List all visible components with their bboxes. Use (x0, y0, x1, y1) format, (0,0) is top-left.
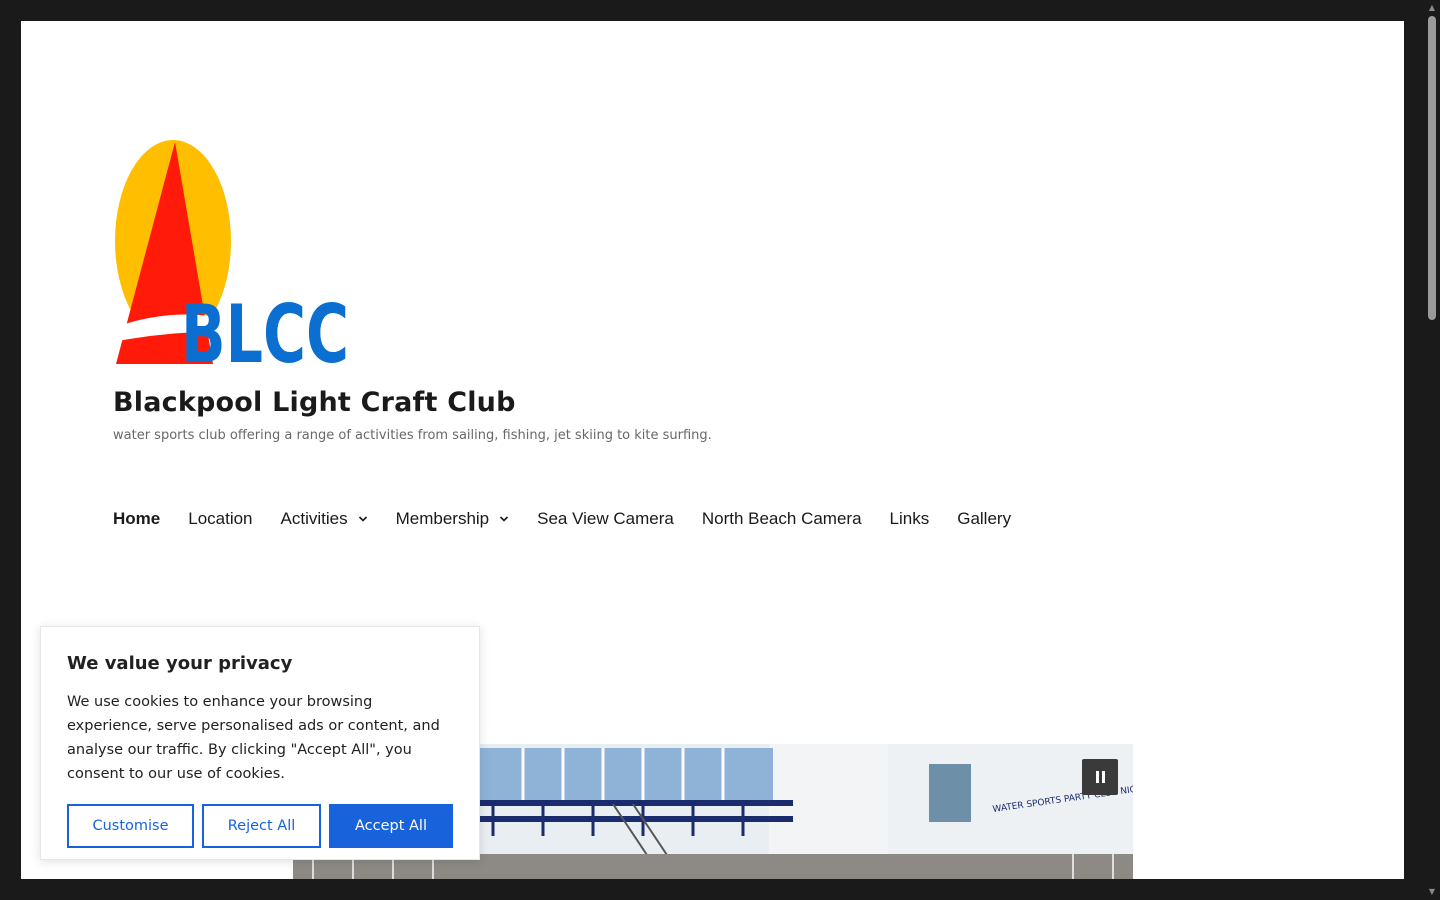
nav-item-north-beach-camera[interactable]: North Beach Camera (702, 509, 862, 529)
nav-item-links[interactable]: Links (890, 509, 930, 529)
scrollbar-thumb[interactable] (1428, 16, 1436, 320)
cookie-title: We value your privacy (67, 653, 293, 674)
nav-label: Home (113, 509, 161, 528)
nav-item-home[interactable]: Home (113, 509, 160, 529)
accept-all-button[interactable]: Accept All (329, 804, 453, 848)
pause-icon (1101, 771, 1105, 783)
customise-button[interactable]: Customise (67, 804, 194, 848)
nav-label: Activities (280, 509, 348, 528)
pause-icon (1095, 771, 1099, 783)
chevron-down-icon[interactable] (499, 514, 509, 524)
nav-label: North Beach Camera (701, 509, 862, 528)
nav-label: Membership (395, 509, 490, 528)
cookie-actions: Customise Reject All Accept All (67, 804, 453, 848)
logo-text: BLCC (181, 288, 349, 368)
nav-item-location[interactable]: Location (188, 509, 252, 529)
nav-label: Links (889, 509, 930, 528)
reject-all-button[interactable]: Reject All (202, 804, 321, 848)
site-title[interactable]: Blackpool Light Craft Club (113, 387, 516, 418)
nav-item-membership[interactable]: Membership (396, 509, 510, 529)
nav-label: Location (188, 509, 253, 528)
scroll-down-icon[interactable]: ▼ (1424, 884, 1440, 900)
site-tagline: water sports club offering a range of ac… (113, 428, 712, 443)
page-scrollbar[interactable]: ▲ ▼ (1424, 0, 1440, 900)
nav-item-gallery[interactable]: Gallery (957, 509, 1011, 529)
nav-item-activities[interactable]: Activities (281, 509, 368, 529)
primary-nav: Home Location Activities Membership Sea … (113, 509, 1039, 529)
site-logo[interactable]: BLCC (113, 138, 353, 368)
slider-pause-button[interactable] (1082, 759, 1118, 795)
scroll-up-icon[interactable]: ▲ (1424, 0, 1440, 16)
nav-label: Gallery (957, 509, 1012, 528)
nav-label: Sea View Camera (537, 509, 674, 528)
cookie-consent-banner: We value your privacy We use cookies to … (40, 626, 480, 860)
chevron-down-icon[interactable] (358, 514, 368, 524)
nav-item-sea-view-camera[interactable]: Sea View Camera (537, 509, 674, 529)
cookie-body: We use cookies to enhance your browsing … (67, 694, 440, 782)
